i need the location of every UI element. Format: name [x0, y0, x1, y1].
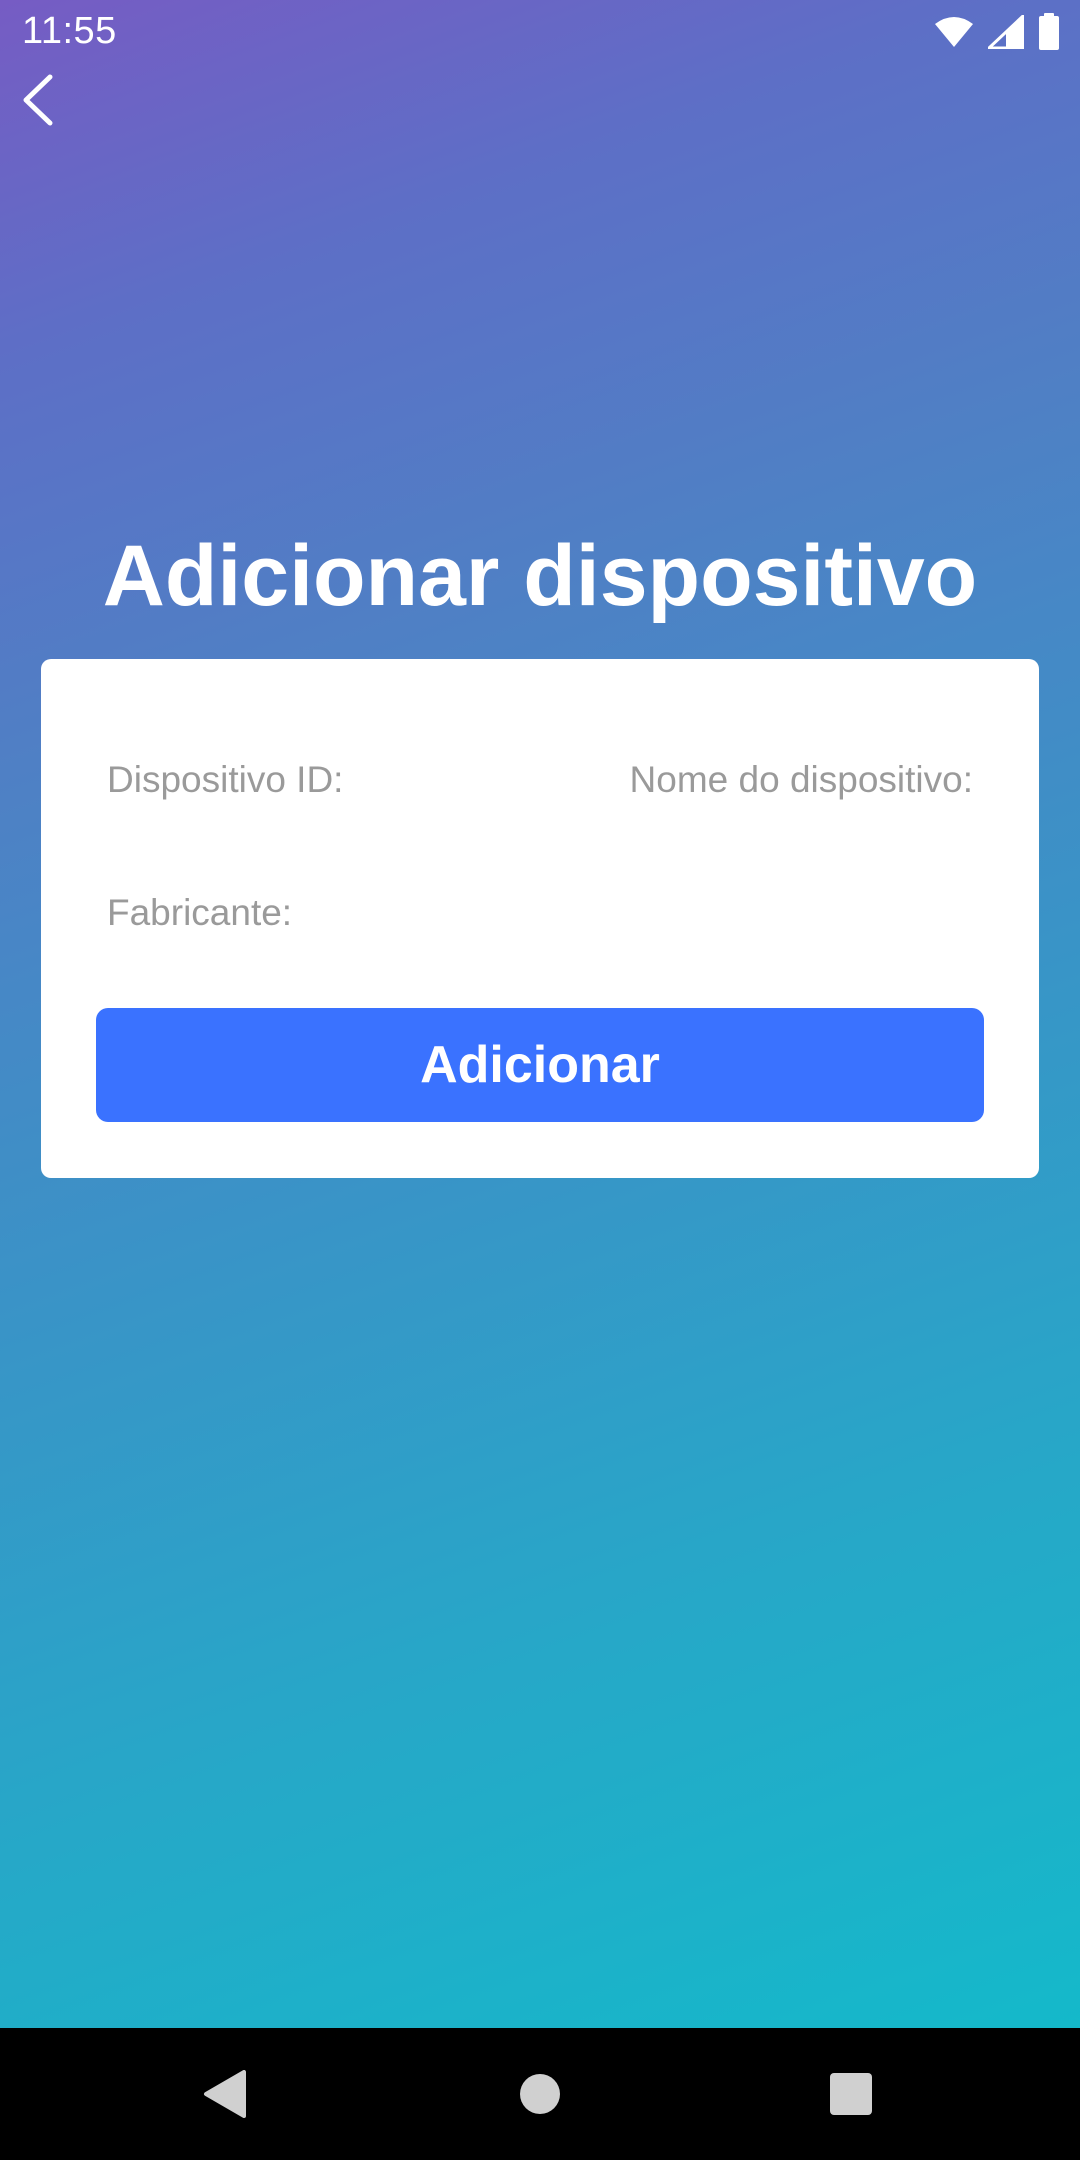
back-button[interactable]: [8, 70, 68, 130]
page-title: Adicionar dispositivo: [102, 528, 978, 624]
add-device-form: Dispositivo ID: Nome do dispositivo: Fab…: [41, 659, 1039, 1178]
battery-icon: [1038, 12, 1060, 56]
nav-recents-button[interactable]: [823, 2066, 879, 2122]
add-device-button[interactable]: Adicionar: [96, 1008, 984, 1122]
chevron-left-icon: [23, 74, 53, 126]
nav-home-icon: [520, 2074, 560, 2114]
signal-icon: [987, 14, 1025, 54]
manufacturer-field[interactable]: Fabricante:: [107, 891, 292, 935]
wifi-icon: [934, 16, 974, 53]
device-name-field[interactable]: Nome do dispositivo:: [630, 758, 973, 802]
status-icons: [934, 12, 1060, 54]
device-id-field[interactable]: Dispositivo ID:: [107, 758, 343, 802]
status-time: 11:55: [22, 10, 117, 52]
nav-recents-icon: [830, 2073, 872, 2115]
nav-back-button[interactable]: [196, 2066, 252, 2122]
nav-home-button[interactable]: [512, 2066, 568, 2122]
nav-back-icon: [204, 2070, 246, 2118]
screen: 11:55 Adicionar dispositivo Dispositivo …: [0, 0, 1080, 2160]
status-bar: 11:55: [0, 0, 1080, 66]
